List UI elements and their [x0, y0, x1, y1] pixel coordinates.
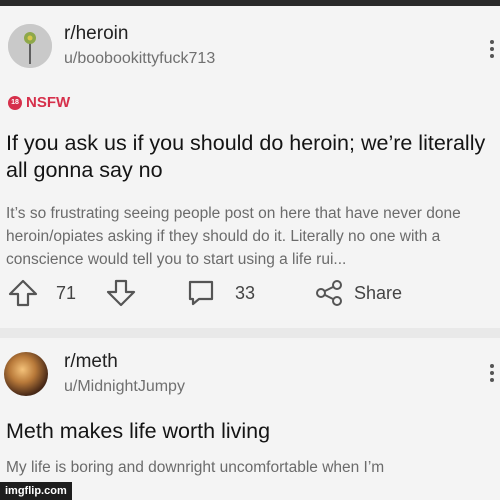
imgflip-watermark: imgflip.com: [0, 482, 72, 500]
username[interactable]: u/MidnightJumpy: [64, 378, 185, 396]
post-title[interactable]: Meth makes life worth living: [6, 418, 494, 445]
post-body-preview[interactable]: It’s so frustrating seeing people post o…: [6, 202, 498, 271]
feed-screenshot: r/heroin u/boobookittyfuck713 18 NSFW If…: [0, 0, 500, 500]
share-button[interactable]: Share: [354, 278, 402, 308]
more-options-icon[interactable]: [488, 364, 496, 382]
post-title[interactable]: If you ask us if you should do heroin; w…: [6, 130, 494, 184]
upvote-count: 71: [56, 282, 77, 303]
post-actions-bar: 71 33 Share: [6, 278, 486, 308]
community-avatar-icon[interactable]: [4, 352, 48, 396]
post-body-preview[interactable]: My life is boring and downright uncomfor…: [6, 456, 498, 479]
community-name[interactable]: r/heroin: [64, 23, 128, 45]
post-card-heroin[interactable]: r/heroin u/boobookittyfuck713 18 NSFW If…: [0, 6, 500, 328]
downvote-arrow-icon[interactable]: [104, 278, 138, 308]
username[interactable]: u/boobookittyfuck713: [64, 50, 215, 68]
comment-count[interactable]: 33: [235, 278, 255, 308]
post-card-meth[interactable]: r/meth u/MidnightJumpy Meth makes life w…: [0, 338, 500, 500]
nsfw-label: NSFW: [26, 94, 71, 111]
share-nodes-icon[interactable]: [312, 278, 346, 308]
community-avatar-icon[interactable]: [8, 24, 52, 68]
community-name[interactable]: r/meth: [64, 351, 118, 373]
nsfw-icon: 18: [8, 95, 22, 110]
upvote-arrow-icon[interactable]: [6, 278, 40, 308]
comment-bubble-icon[interactable]: [184, 278, 218, 308]
more-options-icon[interactable]: [488, 40, 496, 58]
nsfw-tag: 18 NSFW: [8, 94, 70, 111]
